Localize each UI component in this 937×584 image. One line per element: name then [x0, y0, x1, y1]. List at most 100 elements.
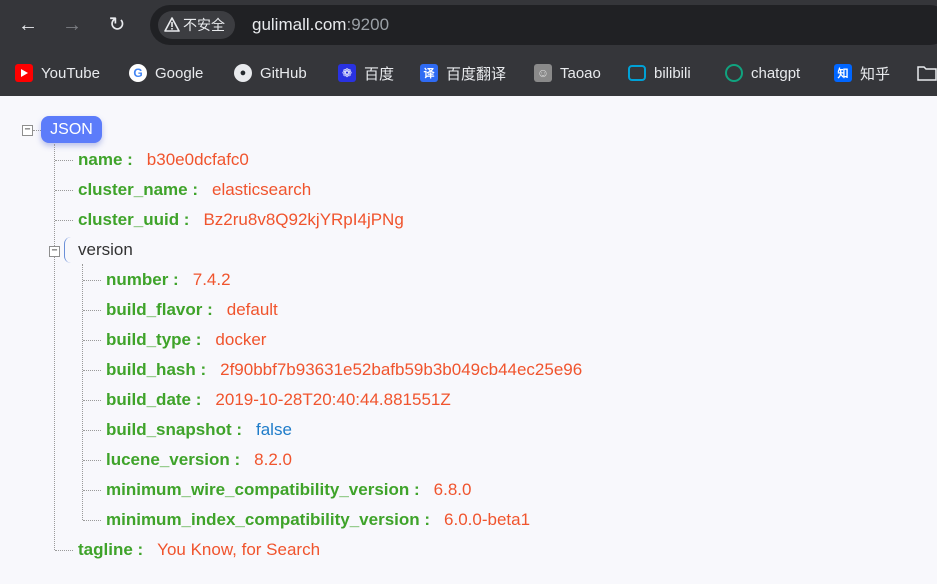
browser-toolbar: ← → ↻ 不安全 gulimall.com:9200	[0, 0, 937, 50]
json-key: build_hash :	[106, 360, 207, 379]
json-row-cluster-uuid: cluster_uuid : Bz2ru8v8Q92kjYRpI4jPNg	[78, 205, 404, 235]
tree-connector	[83, 310, 101, 311]
json-row-build-snapshot: build_snapshot : false	[106, 415, 292, 445]
tree-connector	[83, 430, 101, 431]
bookmark-folder[interactable]	[917, 50, 937, 96]
url-port: :9200	[346, 15, 390, 34]
json-key: build_snapshot :	[106, 420, 242, 439]
json-value: 6.0.0-beta1	[444, 510, 531, 529]
json-value: false	[256, 420, 292, 439]
json-row-min-index-version: minimum_index_compatibility_version : 6.0…	[106, 505, 530, 535]
bilibili-icon	[628, 65, 646, 81]
json-root-badge[interactable]: JSON	[41, 116, 102, 143]
bookmark-google[interactable]: G Google	[129, 50, 203, 96]
bookmark-label: bilibili	[654, 64, 691, 82]
json-row-build-flavor: build_flavor : default	[106, 295, 278, 325]
bookmark-zhihu[interactable]: 知知乎	[834, 50, 890, 96]
json-key: minimum_index_compatibility_version :	[106, 510, 431, 529]
chatgpt-icon	[725, 64, 743, 82]
collapse-version-toggle[interactable]: −	[49, 246, 60, 257]
tree-connector	[55, 550, 73, 551]
json-key: number :	[106, 270, 179, 289]
url-host: gulimall.com	[252, 15, 347, 34]
bookmark-label: Taoao	[560, 64, 601, 82]
json-key: name :	[78, 150, 133, 169]
bookmark-baidu-translate[interactable]: 译百度翻译	[420, 50, 506, 96]
json-key: tagline :	[78, 540, 144, 559]
bookmark-chatgpt[interactable]: chatgpt	[725, 50, 800, 96]
youtube-icon	[15, 64, 33, 82]
address-bar[interactable]: 不安全 gulimall.com:9200	[150, 5, 937, 45]
tree-connector	[83, 490, 101, 491]
bookmark-github[interactable]: ● GitHub	[234, 50, 307, 96]
json-object-key: version	[78, 240, 133, 259]
tree-connector	[55, 220, 73, 221]
json-row-number: number : 7.4.2	[106, 265, 231, 295]
bookmark-label: 百度	[364, 65, 395, 83]
bookmark-label: YouTube	[41, 64, 100, 82]
tree-connector	[83, 280, 101, 281]
tree-connector	[33, 130, 41, 131]
json-value: 2f90bbf7b93631e52bafb59b3b049cb44ec25e96	[220, 360, 583, 379]
url-text[interactable]: gulimall.com:9200	[252, 5, 389, 45]
forward-arrow-icon[interactable]: →	[58, 11, 86, 39]
google-icon: G	[129, 64, 147, 82]
warning-icon	[164, 17, 180, 33]
json-row-version[interactable]: version	[78, 235, 133, 265]
tree-connector	[83, 400, 101, 401]
baidu-icon: ❁	[338, 64, 356, 82]
json-key: build_type :	[106, 330, 202, 349]
json-value: elasticsearch	[212, 180, 312, 199]
json-key: cluster_uuid :	[78, 210, 190, 229]
folder-icon	[917, 66, 937, 81]
json-value: 8.2.0	[254, 450, 292, 469]
json-key: minimum_wire_compatibility_version :	[106, 480, 420, 499]
json-row-tagline: tagline : You Know, for Search	[78, 535, 320, 565]
json-value: You Know, for Search	[157, 540, 321, 559]
json-row-lucene-version: lucene_version : 8.2.0	[106, 445, 292, 475]
reload-icon[interactable]: ↻	[103, 11, 131, 39]
taoao-avatar-icon: ☺	[534, 64, 552, 82]
security-label: 不安全	[183, 17, 225, 33]
object-brace	[64, 237, 71, 263]
json-key: build_flavor :	[106, 300, 213, 319]
bookmark-label: chatgpt	[751, 64, 801, 82]
tree-connector	[55, 190, 73, 191]
bookmark-bilibili[interactable]: bilibili	[628, 50, 691, 96]
baidu-translate-icon: 译	[420, 64, 438, 82]
json-key: build_date :	[106, 390, 202, 409]
json-row-min-wire-version: minimum_wire_compatibility_version : 6.8.…	[106, 475, 471, 505]
bookmark-label: 百度翻译	[446, 65, 507, 83]
tree-connector	[83, 520, 101, 521]
json-value: Bz2ru8v8Q92kjYRpI4jPNg	[203, 210, 404, 229]
tree-connector	[55, 160, 73, 161]
bookmark-baidu[interactable]: ❁ 百度	[338, 50, 394, 96]
tree-guide-level2	[82, 264, 83, 520]
bookmarks-bar: YouTube G Google ● GitHub ❁ 百度 译百度翻译 ☺ Taoao…	[0, 50, 937, 97]
bookmark-label: 知乎	[860, 65, 891, 83]
security-chip[interactable]: 不安全	[158, 11, 235, 39]
json-row-build-type: build_type : docker	[106, 325, 266, 355]
json-key: lucene_version :	[106, 450, 241, 469]
json-value: default	[226, 300, 278, 319]
bookmark-label: Google	[155, 64, 204, 82]
json-value: 6.8.0	[433, 480, 472, 499]
back-arrow-icon[interactable]: ←	[14, 11, 42, 39]
json-row-build-hash: build_hash : 2f90bbf7b93631e52bafb59b3b04…	[106, 355, 582, 385]
json-value: 7.4.2	[192, 270, 231, 289]
json-row-cluster-name: cluster_name : elasticsearch	[78, 175, 311, 205]
bookmark-youtube[interactable]: YouTube	[15, 50, 100, 96]
json-value: docker	[215, 330, 267, 349]
json-row-name: name : b30e0dcfafc0	[78, 145, 249, 175]
collapse-root-toggle[interactable]: −	[22, 125, 33, 136]
github-icon: ●	[234, 64, 252, 82]
json-row-build-date: build_date : 2019-10-28T20:40:44.881551Z	[106, 385, 451, 415]
bookmark-taoao[interactable]: ☺ Taoao	[534, 50, 601, 96]
zhihu-icon: 知	[834, 64, 852, 82]
json-key: cluster_name :	[78, 180, 198, 199]
json-viewer: − JSON name : b30e0dcfafc0 cluster_name :…	[0, 96, 937, 584]
bookmark-label: GitHub	[260, 64, 307, 82]
tree-guide-level1	[54, 144, 55, 550]
tree-connector	[83, 370, 101, 371]
tree-connector	[83, 340, 101, 341]
